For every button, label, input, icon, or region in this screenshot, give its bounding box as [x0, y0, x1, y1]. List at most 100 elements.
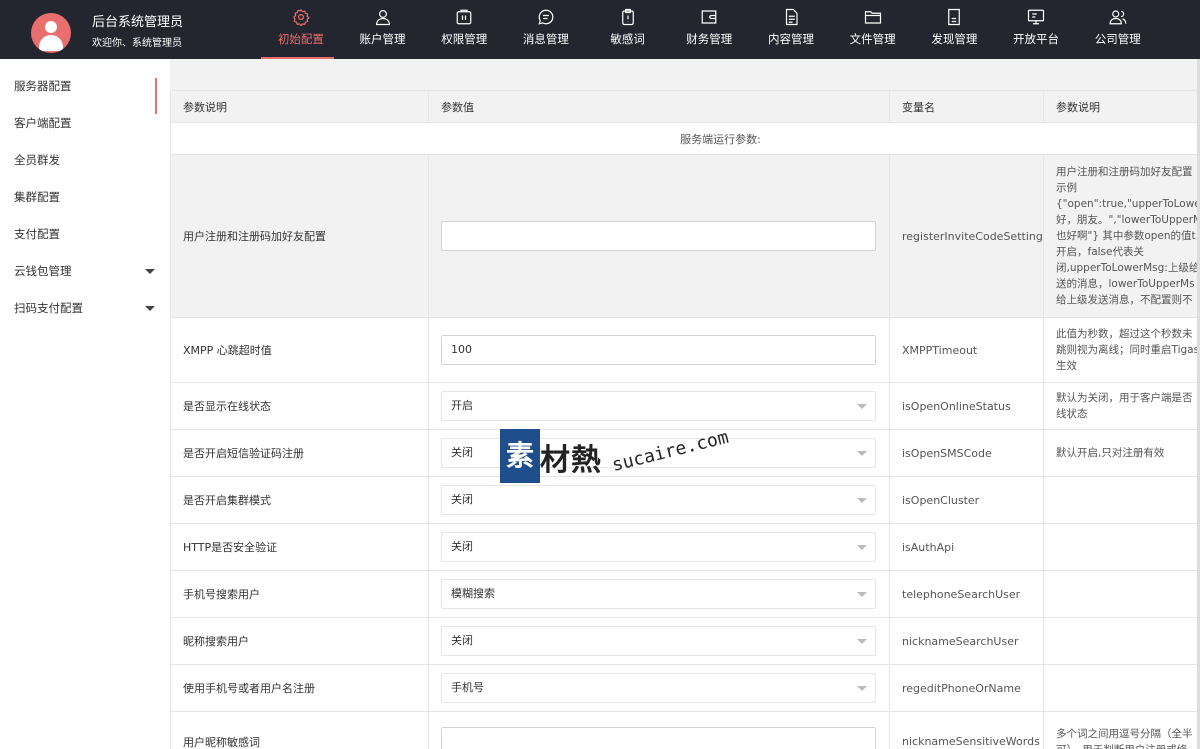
col-header-param-note: 参数说明 [1043, 90, 1200, 123]
top-header: 后台系统管理员 欢迎你、系统管理员 初始配置 账户管理 权限管理 消息管理 敏感… [0, 0, 1200, 59]
nav-item-company[interactable]: 公司管理 [1077, 0, 1159, 59]
sidebar-item-client-config[interactable]: 客户端配置 [0, 105, 170, 142]
var-name: XMPPTimeout [889, 317, 1044, 383]
sidebar-item-label: 客户端配置 [14, 116, 72, 130]
caret-down-icon [145, 306, 155, 311]
dropdown-arrow-icon [857, 451, 867, 456]
note-line: 默认为关闭，用于客户端是否 [1056, 392, 1193, 404]
nav-label: 财务管理 [686, 32, 733, 46]
param-note: 默认开启,只对注册有效 [1043, 429, 1200, 477]
var-name: nicknameSearchUser [889, 617, 1044, 665]
var-name: isAuthApi [889, 523, 1044, 571]
param-value-select[interactable]: 关闭 [441, 485, 876, 515]
table-header-row: 参数说明 参数值 变量名 参数说明 [170, 90, 1200, 123]
config-table-panel: 参数说明 参数值 变量名 参数说明 服务端运行参数: 用户注册和注册码加好友配置… [170, 90, 1200, 749]
param-value-cell: 模糊搜索 [428, 570, 890, 618]
select-value: 关闭 [451, 634, 473, 647]
select-value: 关闭 [451, 540, 473, 553]
param-note [1043, 617, 1200, 665]
note-line: 可）。用于判断用户注册或修 [1056, 742, 1200, 749]
param-value-select[interactable]: 关闭 [441, 438, 876, 468]
param-desc: 是否开启集群模式 [170, 476, 429, 524]
param-value-select[interactable]: 手机号 [441, 673, 876, 703]
param-desc: 昵称搜索用户 [170, 617, 429, 665]
table-row: XMPP 心跳超时值 100 XMPPTimeout 此值为秒数，超过这个秒数未 跳则视… [170, 317, 1200, 383]
sidebar-item-label: 全员群发 [14, 153, 60, 167]
param-value-select[interactable]: 关闭 [441, 626, 876, 656]
param-note: 用户注册和注册码加好友配置 示例 {"open":true,"upperToLowe… [1043, 154, 1200, 318]
dropdown-arrow-icon [857, 404, 867, 409]
var-name: registerInviteCodeSetting [889, 154, 1044, 318]
note-line: {"open":true,"upperToLowerM [1056, 198, 1200, 210]
nav-label: 账户管理 [359, 32, 406, 46]
sidebar-item-cluster-config[interactable]: 集群配置 [0, 179, 170, 216]
param-desc: 使用手机号或者用户名注册 [170, 664, 429, 712]
sidebar-item-payment-config[interactable]: 支付配置 [0, 216, 170, 253]
param-desc: 是否显示在线状态 [170, 382, 429, 430]
param-value-input[interactable]: 100 [441, 335, 876, 365]
table-row: 是否开启短信验证码注册 关闭 isOpenSMSCode 默认开启,只对注册有效 [170, 429, 1200, 477]
note-line: 闭,upperToLowerMsg:上级给 [1056, 262, 1200, 274]
note-line: 示例 [1056, 182, 1077, 194]
nav-label: 敏感词 [610, 32, 645, 46]
nav-item-sensitive-words[interactable]: 敏感词 [587, 0, 669, 59]
note-line: 好，朋友。","lowerToUpperM [1056, 214, 1200, 226]
dropdown-arrow-icon [857, 639, 867, 644]
nav-item-content[interactable]: 内容管理 [750, 0, 832, 59]
param-value-cell: 100 [428, 317, 890, 383]
nav-item-open-platform[interactable]: 开放平台 [995, 0, 1077, 59]
note-line: 默认开启,只对注册有效 [1056, 447, 1165, 459]
note-line: 给上级发送消息，不配置则不 [1056, 294, 1193, 306]
param-value-input[interactable] [441, 726, 876, 749]
note-line: 开启，false代表关 [1056, 246, 1144, 258]
table-row: 昵称搜索用户 关闭 nicknameSearchUser [170, 617, 1200, 665]
param-value-select[interactable]: 模糊搜索 [441, 579, 876, 609]
nav-item-file[interactable]: 文件管理 [832, 0, 914, 59]
var-name: isOpenSMSCode [889, 429, 1044, 477]
col-header-var-name: 变量名 [889, 90, 1044, 123]
note-line: 用户注册和注册码加好友配置 [1056, 166, 1193, 178]
param-note [1043, 570, 1200, 618]
table-row: 使用手机号或者用户名注册 手机号 regeditPhoneOrName [170, 664, 1200, 712]
table-row: 用户昵称敏感词 nicknameSensitiveWords 多个词之间用逗号分隔（… [170, 711, 1200, 749]
nav-item-finance[interactable]: 财务管理 [668, 0, 750, 59]
param-note: 此值为秒数，超过这个秒数未 跳则视为离线；同时重启Tigas 生效 [1043, 317, 1200, 383]
param-value-cell: 手机号 [428, 664, 890, 712]
param-value-cell: 开启 [428, 382, 890, 430]
sidebar: 服务器配置 客户端配置 全员群发 集群配置 支付配置 云钱包管理 扫码支付配置 [0, 59, 170, 749]
param-desc: XMPP 心跳超时值 [170, 317, 429, 383]
nav-label: 权限管理 [441, 32, 488, 46]
nav-item-permission[interactable]: 权限管理 [423, 0, 505, 59]
nav-item-account[interactable]: 账户管理 [342, 0, 424, 59]
alert-clipboard-icon [621, 8, 634, 26]
nav-label: 文件管理 [849, 32, 896, 46]
nav-label: 初始配置 [277, 32, 324, 46]
user-icon [375, 10, 390, 26]
sidebar-item-label: 支付配置 [14, 227, 60, 241]
nav-item-discover[interactable]: 发现管理 [914, 0, 996, 59]
param-value-select[interactable]: 关闭 [441, 532, 876, 562]
note-line: 此值为秒数，超过这个秒数未 [1056, 328, 1193, 340]
sidebar-item-cloud-wallet[interactable]: 云钱包管理 [0, 253, 170, 290]
var-name: isOpenOnlineStatus [889, 382, 1044, 430]
nav-item-message[interactable]: 消息管理 [505, 0, 587, 59]
note-line: 线状态 [1056, 408, 1088, 420]
param-note [1043, 664, 1200, 712]
avatar[interactable] [31, 13, 71, 53]
param-note: 默认为关闭，用于客户端是否 线状态 [1043, 382, 1200, 430]
sidebar-item-broadcast[interactable]: 全员群发 [0, 142, 170, 179]
sidebar-item-server-config[interactable]: 服务器配置 [0, 68, 170, 114]
param-desc: HTTP是否安全验证 [170, 523, 429, 571]
select-value: 关闭 [451, 493, 473, 506]
nav-item-initial-config[interactable]: 初始配置 [260, 0, 342, 59]
param-desc: 手机号搜索用户 [170, 570, 429, 618]
param-value-input[interactable] [441, 221, 876, 251]
param-value-select[interactable]: 开启 [441, 391, 876, 421]
var-name: isOpenCluster [889, 476, 1044, 524]
folder-icon [864, 11, 881, 24]
table-row: 是否开启集群模式 关闭 isOpenCluster [170, 476, 1200, 524]
sidebar-item-label: 云钱包管理 [14, 264, 72, 278]
sidebar-item-qr-payment[interactable]: 扫码支付配置 [0, 290, 170, 327]
var-name: telephoneSearchUser [889, 570, 1044, 618]
param-value-cell [428, 154, 890, 318]
